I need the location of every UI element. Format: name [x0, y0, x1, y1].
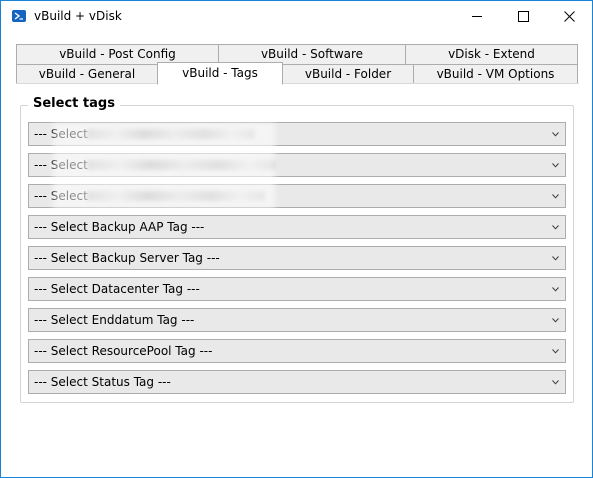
chevron-down-icon [552, 380, 559, 385]
combo-text: --- Select Backup Server Tag --- [34, 251, 220, 265]
app-window: vBuild + vDisk vBuild - Post Config vBui… [0, 0, 593, 478]
tab-vbuild-tags[interactable]: vBuild - Tags [157, 62, 283, 85]
tab-vbuild-folder[interactable]: vBuild - Folder [282, 64, 414, 85]
title-bar[interactable]: vBuild + vDisk [1, 1, 592, 32]
combo-text: --- Select [34, 189, 88, 203]
close-button[interactable] [546, 1, 592, 32]
tag-combo-1[interactable]: --- Select [28, 122, 566, 146]
chevron-down-icon [552, 256, 559, 261]
combo-text: --- Select Enddatum Tag --- [34, 313, 195, 327]
chevron-down-icon [552, 287, 559, 292]
status-tag-combo[interactable]: --- Select Status Tag --- [28, 370, 566, 394]
enddatum-tag-combo[interactable]: --- Select Enddatum Tag --- [28, 308, 566, 332]
datacenter-tag-combo[interactable]: --- Select Datacenter Tag --- [28, 277, 566, 301]
redacted-text [87, 129, 255, 139]
combo-text: --- Select [34, 158, 88, 172]
tag-combo-2[interactable]: --- Select [28, 153, 566, 177]
combo-text: --- Select Status Tag --- [34, 375, 171, 389]
window-title: vBuild + vDisk [34, 9, 122, 23]
minimize-icon [472, 16, 482, 17]
combo-text: --- Select Backup AAP Tag --- [34, 220, 205, 234]
group-title: Select tags [28, 96, 120, 111]
chevron-down-icon [552, 349, 559, 354]
combo-text: --- Select ResourcePool Tag --- [34, 344, 213, 358]
tag-combo-3[interactable]: --- Select [28, 184, 566, 208]
combo-text: --- Select Datacenter Tag --- [34, 282, 200, 296]
backup-aap-tag-combo[interactable]: --- Select Backup AAP Tag --- [28, 215, 566, 239]
chevron-down-icon [552, 194, 559, 199]
chevron-down-icon [552, 163, 559, 168]
powershell-icon [12, 10, 26, 22]
chevron-down-icon [552, 318, 559, 323]
maximize-button[interactable] [500, 1, 546, 32]
chevron-down-icon [552, 225, 559, 230]
maximize-icon [518, 11, 529, 22]
chevron-down-icon [552, 132, 559, 137]
minimize-button[interactable] [454, 1, 500, 32]
tab-vbuild-general[interactable]: vBuild - General [16, 64, 158, 85]
close-icon [564, 11, 575, 22]
redacted-text [87, 160, 275, 170]
tab-vdisk-extend[interactable]: vDisk - Extend [405, 44, 578, 65]
combo-text: --- Select [34, 127, 88, 141]
backup-server-tag-combo[interactable]: --- Select Backup Server Tag --- [28, 246, 566, 270]
tab-vbuild-vm-options[interactable]: vBuild - VM Options [413, 64, 578, 85]
redacted-text [87, 191, 265, 201]
resourcepool-tag-combo[interactable]: --- Select ResourcePool Tag --- [28, 339, 566, 363]
